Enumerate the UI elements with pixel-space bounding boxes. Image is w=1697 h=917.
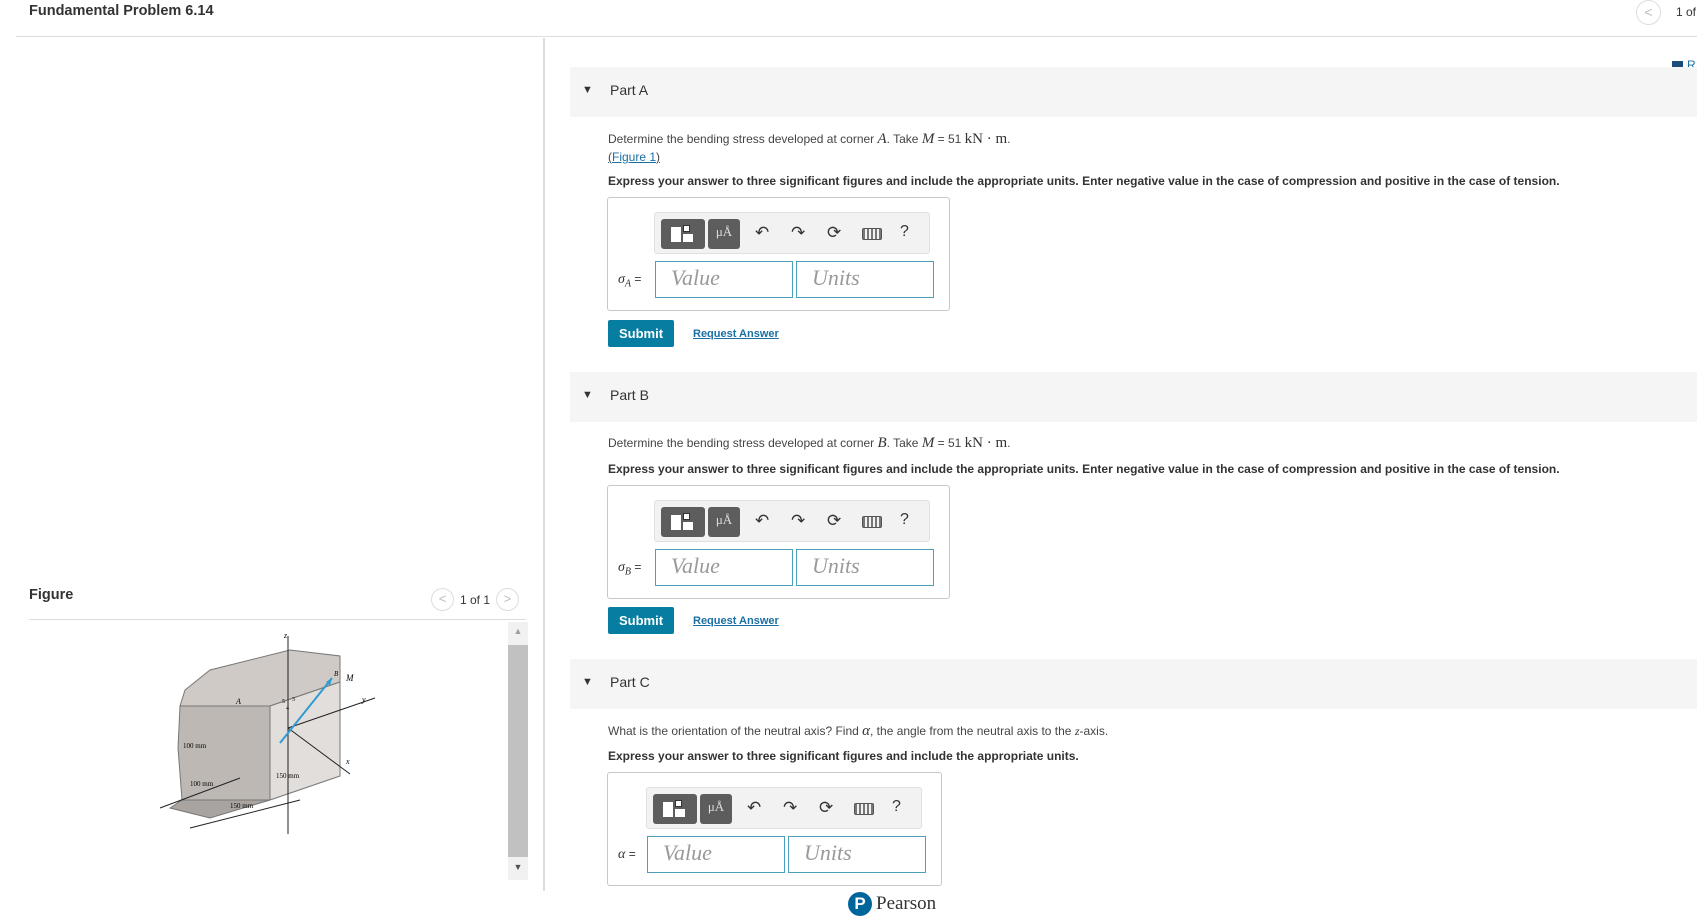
reset-icon[interactable]: ⟳ (827, 511, 841, 531)
page-title: Fundamental Problem 6.14 (29, 3, 214, 19)
part-b-answer-box: μÅ ↶ ↷ ⟳ ? σB = Value Units (607, 485, 950, 599)
block-bottom-face (168, 799, 271, 819)
moment-label: M (345, 673, 354, 683)
dim-150mm-label: 150 mm (276, 772, 300, 780)
part-a-instructions: Express your answer to three significant… (608, 174, 1560, 188)
part-c-instructions: Express your answer to three significant… (608, 749, 1079, 763)
keyboard-icon[interactable] (862, 228, 882, 240)
part-b-question: Determine the bending stress developed a… (608, 435, 1011, 451)
pearson-wordmark: Pearson (876, 893, 937, 914)
z-axis-label: z (283, 631, 288, 640)
keyboard-icon[interactable] (854, 803, 874, 815)
units-input[interactable]: Units (796, 549, 934, 586)
part-a-label: Part A (610, 82, 649, 98)
caret-down-icon: ▼ (582, 389, 593, 401)
request-answer-link[interactable]: Request Answer (693, 615, 779, 627)
slope-3-label: 3 (292, 697, 295, 703)
reset-icon[interactable]: ⟳ (827, 223, 841, 243)
redo-icon[interactable]: ↷ (783, 798, 797, 818)
figure-prev-button[interactable]: < (431, 588, 454, 611)
submit-button[interactable]: Submit (608, 320, 674, 347)
problem-count: 1 of (1676, 5, 1697, 19)
value-input[interactable]: Value (647, 836, 785, 873)
reset-icon[interactable]: ⟳ (819, 798, 833, 818)
part-b-label: Part B (610, 387, 649, 403)
header-divider (16, 36, 1697, 37)
part-a-header[interactable]: ▼ Part A (570, 67, 1697, 117)
part-c-header[interactable]: ▼ Part C (570, 659, 1697, 709)
slope-5-label: 5 (282, 699, 285, 705)
part-b-instructions: Express your answer to three significant… (608, 462, 1560, 476)
y-axis-label: y (361, 695, 366, 704)
redo-icon[interactable]: ↷ (791, 223, 805, 243)
alpha-label: α = (618, 847, 636, 862)
caret-down-icon: ▼ (582, 84, 593, 96)
help-icon[interactable]: ? (900, 511, 909, 529)
units-button[interactable]: μÅ (700, 794, 732, 824)
panel-divider (543, 38, 545, 891)
caret-down-icon: ▼ (582, 676, 593, 688)
units-button[interactable]: μÅ (708, 507, 740, 537)
figure-divider (29, 619, 526, 620)
prev-problem-button[interactable]: < (1636, 0, 1661, 25)
request-answer-link[interactable]: Request Answer (693, 328, 779, 340)
figure-1-link[interactable]: (Figure 1) (608, 150, 660, 164)
chevron-left-icon: < (1644, 4, 1653, 20)
math-toolbar: μÅ ↶ ↷ ⟳ ? (654, 212, 930, 254)
scroll-down-icon[interactable]: ▼ (508, 862, 528, 872)
help-icon[interactable]: ? (900, 223, 909, 241)
slope-4-label: 4 (286, 706, 289, 712)
part-c-question: What is the orientation of the neutral a… (608, 723, 1109, 739)
figure-scrollbar-thumb[interactable] (508, 645, 528, 857)
dim-100mm-label: 100 mm (190, 780, 214, 788)
templates-button[interactable] (661, 507, 705, 537)
undo-icon[interactable]: ↶ (755, 223, 769, 243)
math-toolbar: μÅ ↶ ↷ ⟳ ? (654, 500, 930, 542)
figure-title: Figure (29, 587, 74, 603)
value-input[interactable]: Value (655, 261, 793, 298)
pearson-p-icon: P (848, 892, 872, 916)
templates-button[interactable] (653, 794, 697, 824)
beam-figure: z y x A B M 100 mm 100 mm 150 mm 150 mm … (159, 631, 376, 834)
page-header: Fundamental Problem 6.14 (0, 0, 1697, 38)
chevron-right-icon: > (503, 591, 512, 606)
submit-button[interactable]: Submit (608, 607, 674, 634)
undo-icon[interactable]: ↶ (747, 798, 761, 818)
undo-icon[interactable]: ↶ (755, 511, 769, 531)
value-input[interactable]: Value (655, 549, 793, 586)
part-a-answer-box: μÅ ↶ ↷ ⟳ ? σA = Value Units (607, 197, 950, 311)
units-button[interactable]: μÅ (708, 219, 740, 249)
part-a-question: Determine the bending stress developed a… (608, 131, 1011, 147)
help-icon[interactable]: ? (892, 798, 901, 816)
math-toolbar: μÅ ↶ ↷ ⟳ ? (646, 787, 922, 829)
part-c-label: Part C (610, 674, 650, 690)
units-input[interactable]: Units (788, 836, 926, 873)
pearson-logo: P Pearson (848, 892, 936, 916)
part-c-answer-box: μÅ ↶ ↷ ⟳ ? α = Value Units (607, 772, 942, 886)
keyboard-icon[interactable] (862, 516, 882, 528)
corner-b-label: B (334, 670, 339, 678)
figure-count: 1 of 1 (460, 592, 491, 607)
sigma-b-label: σB = (618, 560, 642, 578)
chevron-left-icon: < (438, 591, 447, 606)
redo-icon[interactable]: ↷ (791, 511, 805, 531)
part-b-header[interactable]: ▼ Part B (570, 372, 1697, 422)
figure-nav: < 1 of 1 > (431, 588, 520, 611)
dim-150mm-label: 150 mm (230, 802, 254, 810)
dim-100mm-label: 100 mm (183, 742, 207, 750)
sigma-a-label: σA = (618, 272, 642, 290)
scroll-up-icon[interactable]: ▲ (508, 626, 528, 636)
figure-next-button[interactable]: > (496, 588, 520, 611)
x-axis-label: x (345, 757, 350, 766)
templates-button[interactable] (661, 219, 705, 249)
units-input[interactable]: Units (796, 261, 934, 298)
corner-a-label: A (235, 697, 241, 706)
